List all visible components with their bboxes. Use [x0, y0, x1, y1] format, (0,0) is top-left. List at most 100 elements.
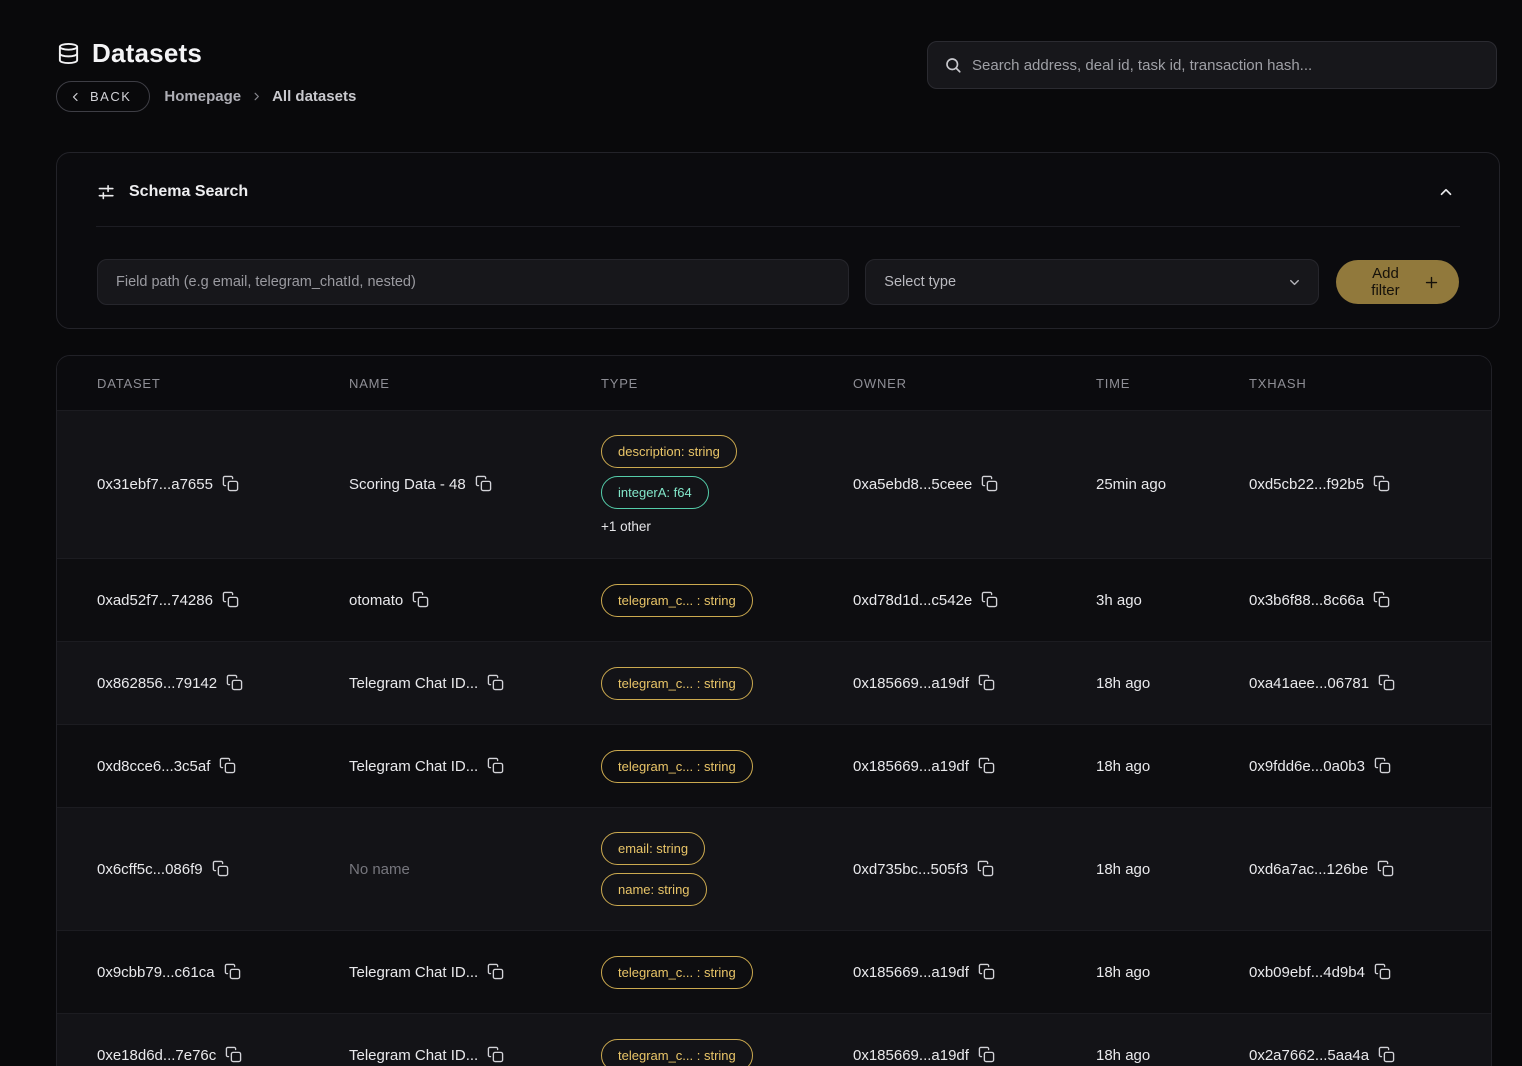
tx-hash-cell: 0xa41aee...06781 — [1249, 675, 1451, 692]
sliders-icon — [97, 183, 116, 202]
dataset-name: Telegram Chat ID... — [349, 758, 478, 775]
copy-icon[interactable] — [487, 674, 504, 691]
dataset-id-cell: 0x9cbb79...c61ca — [97, 964, 349, 981]
copy-icon[interactable] — [1377, 860, 1394, 877]
copy-icon[interactable] — [978, 674, 995, 691]
copy-icon[interactable] — [212, 860, 229, 877]
copy-icon[interactable] — [1373, 475, 1390, 492]
datasets-table: DATASET NAME TYPE OWNER TIME TXHASH 0x31… — [56, 355, 1492, 1066]
copy-icon[interactable] — [222, 591, 239, 608]
type-badge: telegram_c... : string — [601, 750, 753, 783]
time-ago: 18h ago — [1096, 1047, 1150, 1064]
column-header-time: TIME — [1096, 376, 1249, 391]
table-row[interactable]: 0x31ebf7...a7655Scoring Data - 48descrip… — [57, 410, 1491, 558]
copy-icon[interactable] — [977, 860, 994, 877]
copy-icon[interactable] — [222, 475, 239, 492]
copy-icon[interactable] — [1378, 1046, 1395, 1063]
breadcrumb-all-datasets: All datasets — [272, 88, 356, 105]
dataset-id: 0xe18d6d...7e76c — [97, 1047, 216, 1064]
dataset-id: 0x9cbb79...c61ca — [97, 964, 215, 981]
column-header-dataset: DATASET — [97, 376, 349, 391]
type-badge: integerA: f64 — [601, 476, 709, 509]
tx-hash: 0xd6a7ac...126be — [1249, 861, 1368, 878]
dataset-id-cell: 0xad52f7...74286 — [97, 592, 349, 609]
copy-icon[interactable] — [981, 475, 998, 492]
dataset-name: Scoring Data - 48 — [349, 476, 466, 493]
table-header-row: DATASET NAME TYPE OWNER TIME TXHASH — [57, 356, 1491, 410]
field-path-input[interactable] — [97, 259, 849, 305]
copy-icon[interactable] — [978, 1046, 995, 1063]
time-ago-cell: 25min ago — [1096, 476, 1249, 493]
table-row[interactable]: 0xd8cce6...3c5afTelegram Chat ID...teleg… — [57, 724, 1491, 807]
time-ago-cell: 18h ago — [1096, 861, 1249, 878]
copy-icon[interactable] — [1374, 963, 1391, 980]
table-row[interactable]: 0x9cbb79...c61ca Telegram Chat ID... teleg… — [57, 930, 1491, 1013]
owner-address-cell: 0xa5ebd8...5ceee — [853, 476, 1096, 493]
owner-address-cell: 0x185669...a19df — [853, 758, 1096, 775]
copy-icon[interactable] — [412, 591, 429, 608]
table-row[interactable]: 0x6cff5c...086f9No nameemail: stringname… — [57, 807, 1491, 930]
copy-icon[interactable] — [219, 757, 236, 774]
time-ago-cell: 18h ago — [1096, 1047, 1249, 1064]
copy-icon[interactable] — [978, 963, 995, 980]
database-icon — [57, 42, 80, 65]
dataset-name-cell: Scoring Data - 48 — [349, 476, 601, 493]
copy-icon[interactable] — [225, 1046, 242, 1063]
tx-hash: 0x3b6f88...8c66a — [1249, 592, 1364, 609]
dataset-name-cell: Telegram Chat ID... — [349, 964, 601, 981]
type-cell: telegram_c... : string — [601, 643, 853, 724]
table-row[interactable]: 0xe18d6d...7e76c Telegram Chat ID...teleg… — [57, 1013, 1491, 1066]
table-row[interactable]: 0xad52f7...74286otomatotelegram_c... : s… — [57, 558, 1491, 641]
breadcrumb-homepage[interactable]: Homepage — [164, 88, 241, 105]
time-ago: 18h ago — [1096, 675, 1150, 692]
owner-address: 0x185669...a19df — [853, 964, 969, 981]
dataset-name-cell: No name — [349, 861, 601, 878]
time-ago-cell: 18h ago — [1096, 675, 1249, 692]
dataset-name-cell: otomato — [349, 592, 601, 609]
copy-icon[interactable] — [487, 1046, 504, 1063]
types-more-label: +1 other — [601, 519, 651, 534]
chevron-down-icon — [1287, 275, 1302, 290]
time-ago: 3h ago — [1096, 592, 1142, 609]
copy-icon[interactable] — [981, 591, 998, 608]
time-ago: 18h ago — [1096, 964, 1150, 981]
collapse-panel-button[interactable] — [1433, 179, 1459, 205]
copy-icon[interactable] — [487, 757, 504, 774]
time-ago: 25min ago — [1096, 476, 1166, 493]
back-button[interactable]: BACK — [56, 81, 150, 112]
type-badge: telegram_c... : string — [601, 1039, 753, 1066]
time-ago: 18h ago — [1096, 861, 1150, 878]
copy-icon[interactable] — [224, 963, 241, 980]
copy-icon[interactable] — [1373, 591, 1390, 608]
schema-search-panel: Schema Search Select type Add filter — [56, 152, 1500, 329]
plus-icon — [1424, 275, 1439, 290]
type-badge: email: string — [601, 832, 705, 865]
dataset-name-cell: Telegram Chat ID... — [349, 1047, 601, 1064]
global-search[interactable] — [927, 41, 1497, 89]
schema-search-controls: Select type Add filter — [97, 259, 1459, 305]
back-label: BACK — [90, 89, 131, 104]
copy-icon[interactable] — [978, 757, 995, 774]
type-cell: email: stringname: string — [601, 808, 853, 930]
table-row[interactable]: 0x862856...79142Telegram Chat ID...teleg… — [57, 641, 1491, 724]
owner-address-cell: 0x185669...a19df — [853, 964, 1096, 981]
chevron-left-icon — [70, 91, 82, 103]
search-input[interactable] — [972, 57, 1480, 74]
copy-icon[interactable] — [1374, 757, 1391, 774]
dataset-id-cell: 0xe18d6d...7e76c — [97, 1047, 349, 1064]
copy-icon[interactable] — [226, 674, 243, 691]
copy-icon[interactable] — [475, 475, 492, 492]
breadcrumb: Homepage All datasets — [164, 88, 356, 105]
type-select[interactable]: Select type — [865, 259, 1319, 305]
column-header-type: TYPE — [601, 376, 853, 391]
type-badge: telegram_c... : string — [601, 956, 753, 989]
dataset-id: 0x31ebf7...a7655 — [97, 476, 213, 493]
type-select-value: Select type — [884, 274, 956, 290]
add-filter-button[interactable]: Add filter — [1336, 260, 1459, 304]
copy-icon[interactable] — [1378, 674, 1395, 691]
dataset-name-cell: Telegram Chat ID... — [349, 758, 601, 775]
type-cell: telegram_c... : string — [601, 726, 853, 807]
copy-icon[interactable] — [487, 963, 504, 980]
dataset-name: Telegram Chat ID... — [349, 964, 478, 981]
owner-address-cell: 0x185669...a19df — [853, 1047, 1096, 1064]
